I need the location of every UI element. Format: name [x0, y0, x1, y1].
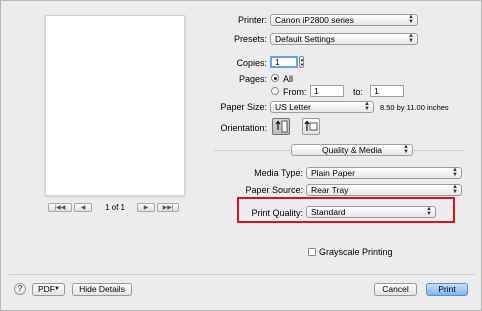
printer-label: Printer: — [237, 15, 267, 25]
up-down-arrows-icon: ▲ ▼ — [452, 184, 458, 195]
paper-source-popup[interactable]: Rear Tray ▲ ▼ — [306, 184, 462, 196]
help-button[interactable]: ? — [14, 283, 26, 295]
copies-stepper[interactable]: ▲ ▼ — [299, 56, 304, 68]
pdf-menu-button[interactable]: PDF ▼ — [32, 283, 65, 296]
grayscale-checkbox[interactable] — [308, 248, 316, 256]
next-page-button[interactable]: ▶ — [137, 203, 155, 212]
media-type-value: Plain Paper — [311, 168, 355, 178]
up-down-arrows-icon: ▲ ▼ — [364, 101, 370, 112]
presets-value: Default Settings — [275, 34, 336, 44]
print-quality-highlight — [237, 197, 455, 223]
paper-source-value: Rear Tray — [311, 185, 349, 195]
up-down-arrows-icon: ▲ ▼ — [452, 167, 458, 178]
pages-from-label: From: — [283, 87, 307, 97]
page-preview — [45, 15, 185, 196]
pages-all-label: All — [283, 74, 294, 84]
section-value: Quality & Media — [322, 145, 382, 155]
copies-field[interactable]: 1 — [270, 56, 298, 68]
footer-separator — [9, 274, 475, 275]
section-popup[interactable]: Quality & Media ▲ ▼ — [291, 144, 413, 156]
separator-right — [413, 150, 463, 151]
pages-from-radio[interactable] — [271, 87, 279, 95]
paper-size-value: US Letter — [275, 102, 311, 112]
paper-size-popup[interactable]: US Letter ▲ ▼ — [270, 101, 374, 113]
portrait-icon — [275, 120, 288, 133]
media-type-label: Media Type: — [254, 168, 303, 178]
stepper-arrows-icon: ▲ ▼ — [300, 57, 304, 67]
last-page-button[interactable]: ▶▶| — [157, 203, 179, 212]
pdf-label: PDF — [38, 284, 55, 294]
chevron-down-icon: ▼ — [54, 286, 60, 292]
pages-all-radio[interactable] — [271, 74, 279, 82]
pages-from-field[interactable]: 1 — [310, 85, 344, 97]
hide-details-button[interactable]: Hide Details — [72, 283, 132, 296]
grayscale-label: Grayscale Printing — [319, 247, 393, 257]
up-down-arrows-icon: ▲ ▼ — [403, 144, 409, 155]
paper-size-label: Paper Size: — [220, 102, 267, 112]
paper-source-label: Paper Source: — [245, 185, 303, 195]
pages-label: Pages: — [238, 74, 267, 84]
up-down-arrows-icon: ▲ ▼ — [408, 14, 414, 25]
orientation-label: Orientation: — [220, 123, 267, 133]
presets-label: Presets: — [233, 34, 267, 44]
previous-page-button[interactable]: ◀ — [74, 203, 92, 212]
media-type-popup[interactable]: Plain Paper ▲ ▼ — [306, 167, 462, 179]
landscape-button[interactable] — [302, 118, 320, 135]
printer-value: Canon iP2800 series — [275, 15, 354, 25]
up-down-arrows-icon: ▲ ▼ — [408, 33, 414, 44]
print-button[interactable]: Print — [426, 283, 468, 296]
landscape-icon — [304, 120, 318, 131]
copies-label: Copies: — [236, 58, 267, 68]
paper-dimensions: 8.50 by 11.00 inches — [380, 103, 449, 112]
portrait-button[interactable] — [272, 118, 290, 135]
printer-popup[interactable]: Canon iP2800 series ▲ ▼ — [270, 14, 418, 26]
separator-left — [214, 150, 290, 151]
presets-popup[interactable]: Default Settings ▲ ▼ — [270, 33, 418, 45]
first-page-button[interactable]: |◀◀ — [48, 203, 72, 212]
pages-to-field[interactable]: 1 — [370, 85, 404, 97]
print-dialog: |◀◀ ◀ 1 of 1 ▶ ▶▶| Printer: Canon iP2800… — [0, 0, 482, 311]
cancel-button[interactable]: Cancel — [374, 283, 417, 296]
pages-to-label: to: — [353, 87, 364, 97]
page-counter: 1 of 1 — [104, 203, 125, 212]
